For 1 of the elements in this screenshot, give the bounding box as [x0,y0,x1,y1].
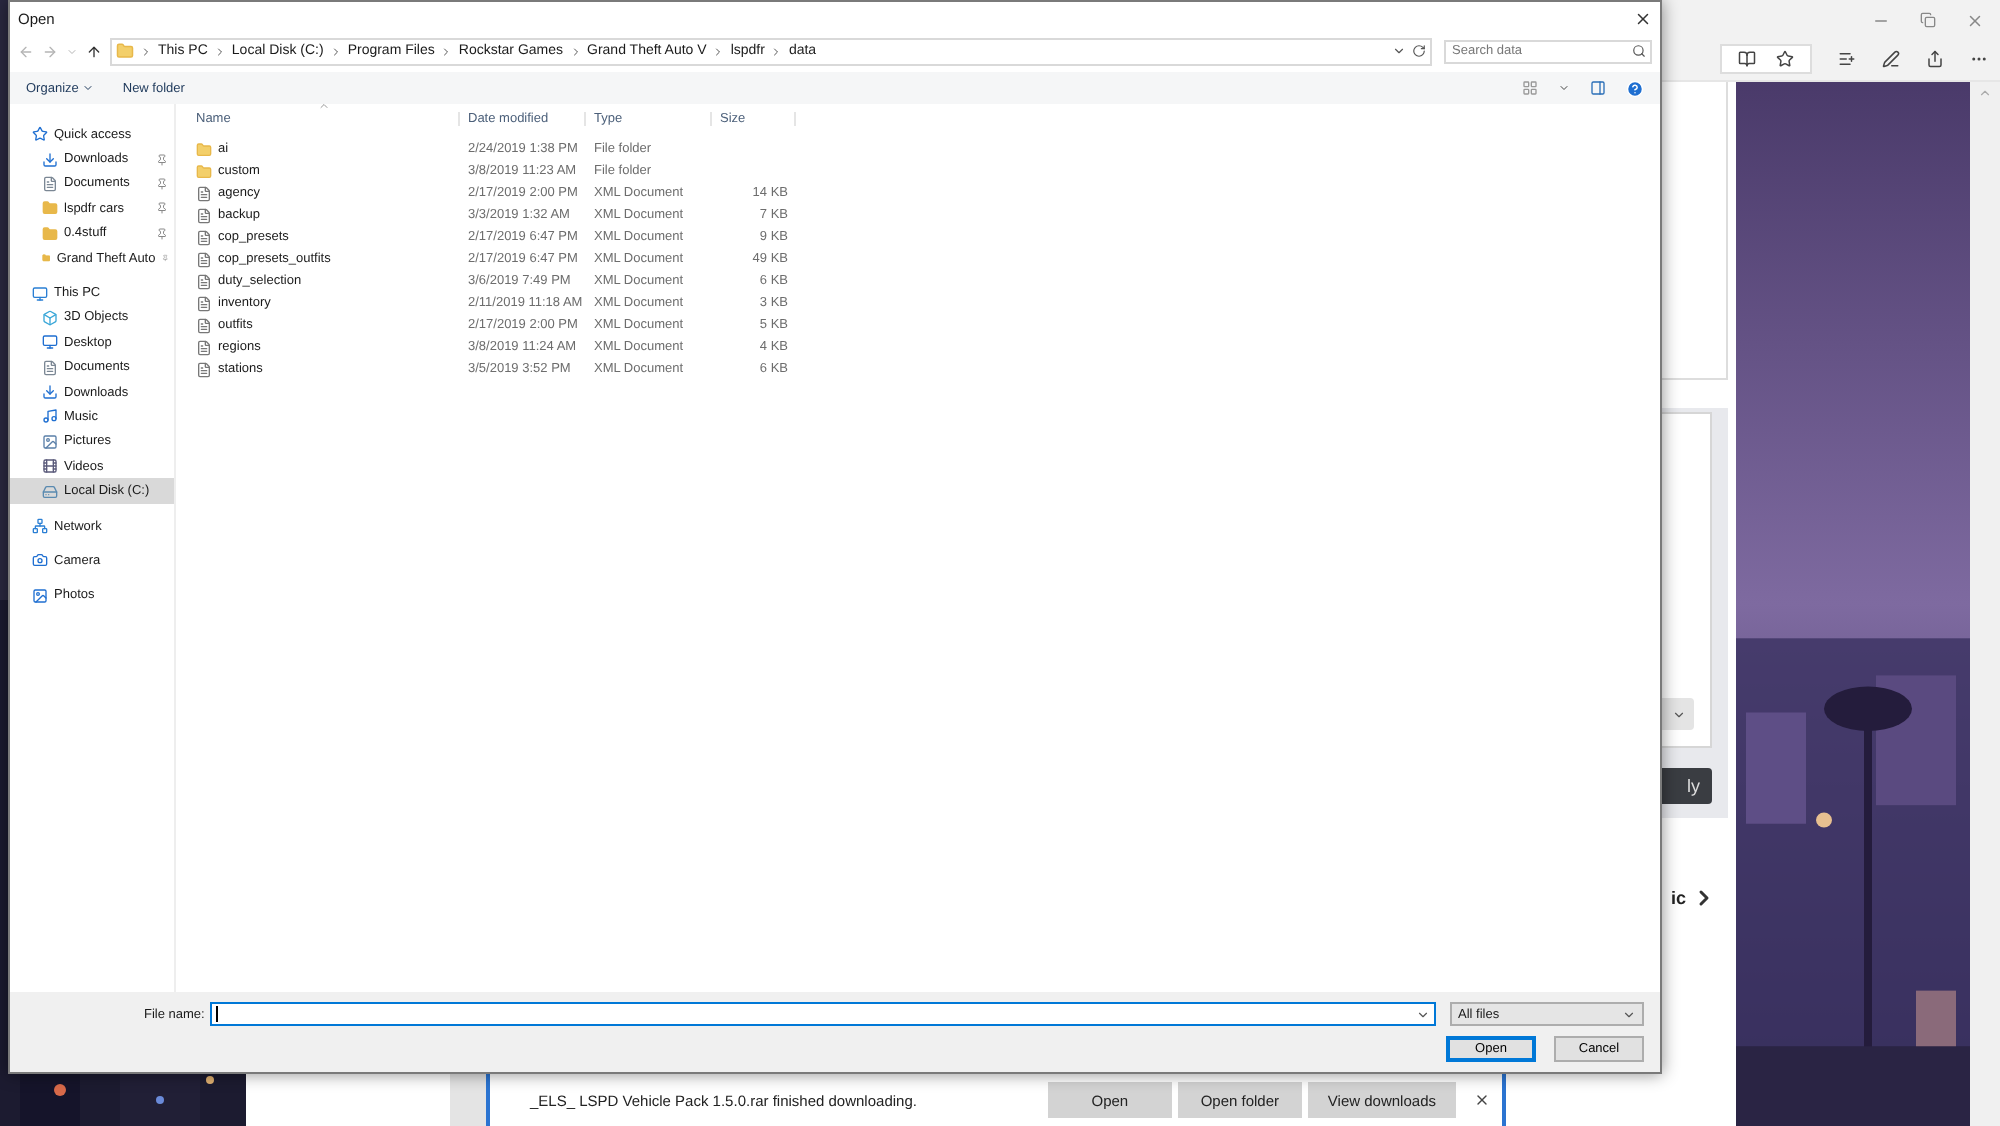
link-text: ic [1670,888,1686,908]
